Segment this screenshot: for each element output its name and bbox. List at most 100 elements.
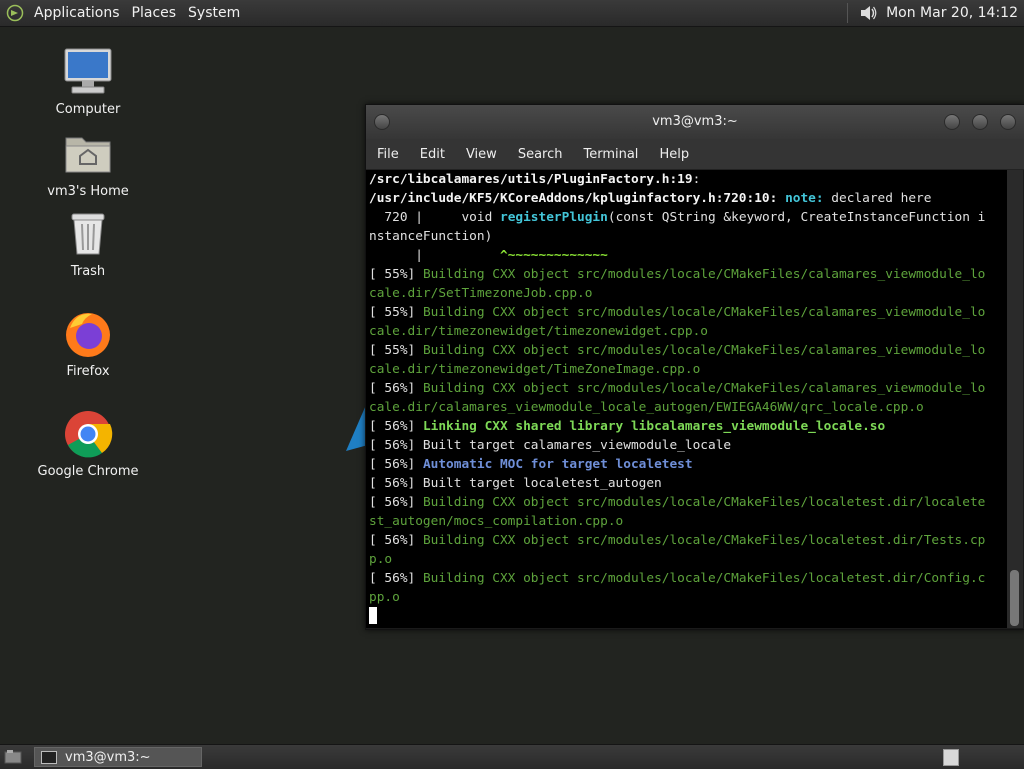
terminal-text-segment: (const QString &keyword, CreateInstanceF… — [607, 210, 986, 225]
workspace-switcher[interactable] — [943, 749, 959, 766]
terminal-scrollbar[interactable] — [1007, 170, 1023, 628]
terminal-text-segment: [ 55%] — [369, 343, 423, 358]
terminal-menubar: File Edit View Search Terminal Help — [366, 139, 1024, 170]
terminal-text-segment: note: — [785, 191, 824, 206]
terminal-text-segment: [ 56%] — [369, 571, 423, 586]
terminal-text-segment: [ 56%] — [369, 533, 423, 548]
desktop-icon-chrome[interactable]: Google Chrome — [33, 408, 143, 479]
clock[interactable]: Mon Mar 20, 14:12 — [886, 5, 1024, 21]
terminal-line: [ 55%] Building CXX object src/modules/l… — [369, 265, 1007, 284]
terminal-window[interactable]: vm3@vm3:~ File Edit View Search Terminal… — [365, 104, 1024, 630]
terminal-line: p.o — [369, 550, 1007, 569]
home-folder-icon — [65, 137, 111, 173]
terminal-text-segment: Automatic MOC for target localetest — [422, 457, 693, 472]
terminal-line: [ 56%] Building CXX object src/modules/l… — [369, 379, 1007, 398]
firefox-icon — [66, 313, 110, 357]
terminal-text-segment: [ 56%] — [369, 381, 423, 396]
terminal-text-segment: p.o — [369, 552, 393, 567]
terminal-text-segment: cale.dir/SetTimezoneJob.cpp.o — [369, 286, 593, 301]
system-menu[interactable]: System — [182, 5, 246, 21]
terminal-text-segment: Building CXX object src/modules/locale/C… — [422, 571, 986, 586]
desktop-icon-label: Computer — [55, 102, 121, 117]
terminal-text-segment: Building CXX object src/modules/locale/C… — [422, 343, 986, 358]
maximize-button[interactable] — [972, 114, 988, 130]
terminal-text-segment: st_autogen/mocs_compilation.cpp.o — [369, 514, 624, 529]
terminal-text-segment: [ 56%] Built target localetest_autogen — [369, 476, 662, 491]
show-desktop-icon[interactable] — [4, 749, 22, 764]
terminal-line: cale.dir/calamares_viewmodule_locale_aut… — [369, 398, 1007, 417]
terminal-line: [ 55%] Building CXX object src/modules/l… — [369, 303, 1007, 322]
terminal-icon — [41, 750, 57, 764]
terminal-text-segment: 720 | void — [369, 210, 500, 225]
terminal-text-segment: [ 56%] — [369, 457, 423, 472]
desktop-icon-home[interactable]: vm3's Home — [33, 128, 143, 199]
menu-view[interactable]: View — [455, 147, 507, 162]
window-title: vm3@vm3:~ — [652, 114, 738, 129]
terminal-text-segment: Building CXX object src/modules/locale/C… — [422, 267, 986, 282]
terminal-text-segment: cale.dir/calamares_viewmodule_locale_aut… — [369, 400, 924, 415]
terminal-line: [ 56%] Building CXX object src/modules/l… — [369, 569, 1007, 588]
terminal-line: [ 56%] Building CXX object src/modules/l… — [369, 531, 1007, 550]
terminal-lines: /src/libcalamares/utils/PluginFactory.h:… — [369, 170, 1007, 607]
trash-icon — [71, 213, 105, 255]
taskbar-terminal-button[interactable]: vm3@vm3:~ — [34, 747, 202, 767]
menu-edit[interactable]: Edit — [409, 147, 455, 162]
scrollbar-thumb[interactable] — [1010, 570, 1019, 626]
terminal-output[interactable]: /src/libcalamares/utils/PluginFactory.h:… — [366, 170, 1007, 628]
chrome-icon — [65, 411, 113, 458]
top-panel: Applications Places System Mon Mar 20, 1… — [0, 0, 1024, 27]
terminal-text-segment: nstanceFunction) — [369, 229, 493, 244]
terminal-line: [ 56%] Linking CXX shared library libcal… — [369, 417, 1007, 436]
menu-file[interactable]: File — [366, 147, 409, 162]
desktop-icon-label: Google Chrome — [37, 464, 139, 479]
minimize-button[interactable] — [944, 114, 960, 130]
terminal-line: /src/libcalamares/utils/PluginFactory.h:… — [369, 170, 1007, 189]
terminal-text-segment: /usr/include/KF5/KCoreAddons/kpluginfact… — [369, 191, 778, 206]
desktop-icon-firefox[interactable]: Firefox — [33, 308, 143, 379]
terminal-text-segment: | — [369, 248, 500, 263]
terminal-line: /usr/include/KF5/KCoreAddons/kpluginfact… — [369, 189, 1007, 208]
terminal-text-segment: registerPlugin — [499, 210, 608, 225]
terminal-line: [ 55%] Building CXX object src/modules/l… — [369, 341, 1007, 360]
places-menu[interactable]: Places — [126, 5, 183, 21]
terminal-text-segment: cale.dir/timezonewidget/timezonewidget.c… — [369, 324, 708, 339]
close-button[interactable] — [1000, 114, 1016, 130]
terminal-text-segment: [ 56%] Built target calamares_viewmodule… — [369, 438, 732, 453]
terminal-line: [ 56%] Building CXX object src/modules/l… — [369, 493, 1007, 512]
terminal-line: [ 56%] Built target calamares_viewmodule… — [369, 436, 1007, 455]
desktop-icon-computer[interactable]: Computer — [33, 46, 143, 117]
terminal-text-segment: Building CXX object src/modules/locale/C… — [422, 533, 986, 548]
terminal-text-segment: Building CXX object src/modules/locale/C… — [422, 495, 986, 510]
desktop-icon-label: Firefox — [66, 364, 110, 379]
terminal-text-segment: Building CXX object src/modules/locale/C… — [422, 381, 986, 396]
taskbar-item-label: vm3@vm3:~ — [65, 749, 151, 765]
terminal-titlebar[interactable]: vm3@vm3:~ — [366, 105, 1024, 139]
terminal-line: [ 56%] Automatic MOC for target localete… — [369, 455, 1007, 474]
terminal-line: [ 56%] Built target localetest_autogen — [369, 474, 1007, 493]
terminal-text-segment: declared here — [823, 191, 932, 206]
terminal-text-segment: [ 55%] — [369, 305, 423, 320]
terminal-text-segment: : — [692, 172, 701, 187]
terminal-line: pp.o — [369, 588, 1007, 607]
terminal-line: st_autogen/mocs_compilation.cpp.o — [369, 512, 1007, 531]
terminal-line: cale.dir/timezonewidget/timezonewidget.c… — [369, 322, 1007, 341]
terminal-text-segment: [ 55%] — [369, 267, 423, 282]
menu-help[interactable]: Help — [648, 147, 699, 162]
terminal-line: cale.dir/SetTimezoneJob.cpp.o — [369, 284, 1007, 303]
terminal-text-segment: ^~~~~~~~~~~~~~ — [499, 248, 608, 263]
volume-icon[interactable] — [858, 3, 878, 23]
menu-search[interactable]: Search — [507, 147, 573, 162]
applications-menu[interactable]: Applications — [28, 5, 126, 21]
terminal-prompt-line — [369, 607, 1007, 627]
distro-logo-icon[interactable] — [6, 4, 24, 22]
terminal-line: 720 | void registerPlugin(const QString … — [369, 208, 1007, 227]
terminal-line: nstanceFunction) — [369, 227, 1007, 246]
desktop-icon-label: vm3's Home — [47, 184, 129, 199]
bottom-panel: vm3@vm3:~ — [0, 744, 1024, 769]
terminal-text-segment: [ 56%] — [369, 495, 423, 510]
desktop-icon-trash[interactable]: Trash — [33, 208, 143, 279]
terminal-text-segment: pp.o — [369, 590, 400, 605]
terminal-text-segment: /src/libcalamares/utils/PluginFactory.h:… — [369, 172, 693, 187]
menu-terminal[interactable]: Terminal — [572, 147, 648, 162]
